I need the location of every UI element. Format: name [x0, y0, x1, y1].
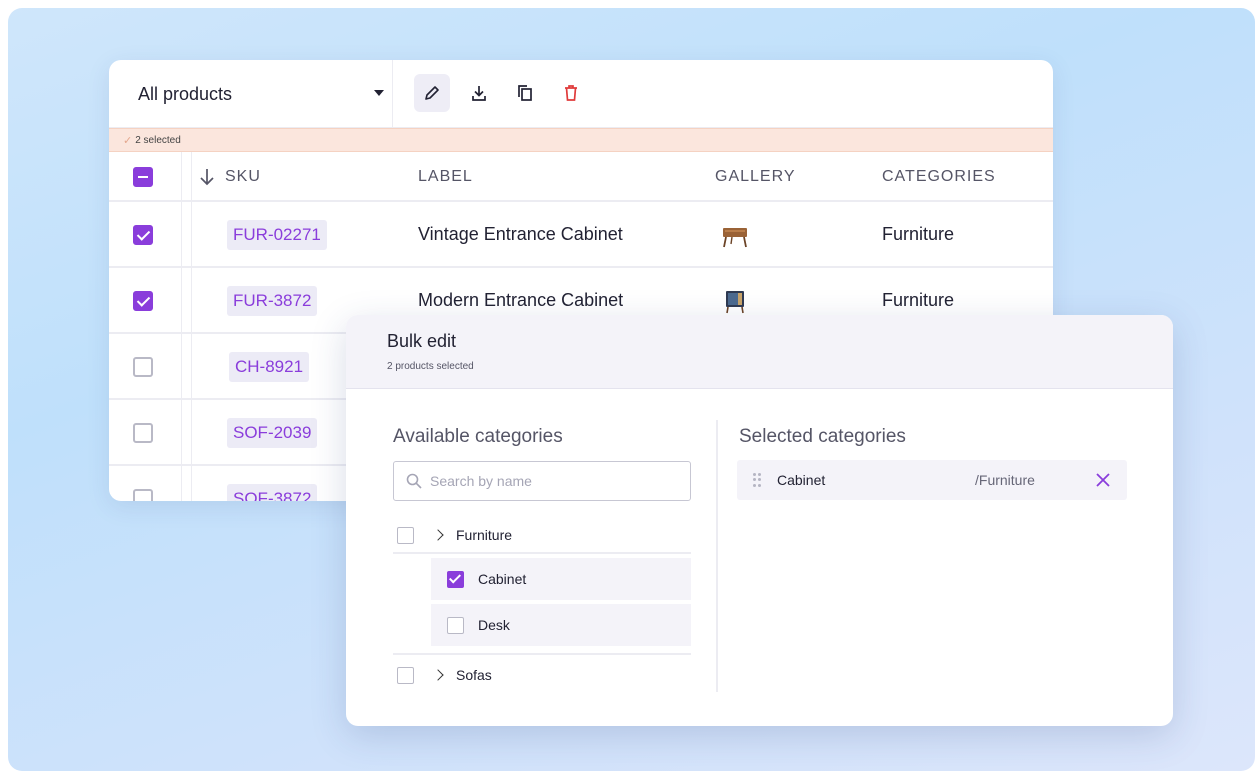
row-checkbox[interactable] — [133, 357, 153, 377]
download-icon — [472, 86, 486, 101]
row-checkbox[interactable] — [133, 225, 153, 245]
download-button[interactable] — [461, 74, 497, 112]
select-all-checkbox[interactable] — [133, 167, 153, 187]
row-checkbox[interactable] — [133, 489, 153, 501]
chevron-right-icon[interactable] — [432, 669, 444, 681]
tree-item-label: Cabinet — [478, 571, 527, 587]
bulk-edit-title: Bulk edit — [387, 331, 457, 351]
view-select-label: All products — [138, 83, 233, 104]
table-row[interactable]: FUR-02271 Vintage Entrance Cabinet Furni… — [109, 202, 1053, 268]
delete-button[interactable] — [553, 74, 589, 112]
selected-categories-title: Selected categories — [739, 426, 906, 447]
sku-chip[interactable]: CH-8921 — [229, 352, 310, 382]
edit-button[interactable] — [414, 74, 450, 112]
trash-icon — [565, 85, 577, 101]
column-header-sku[interactable]: SKU — [225, 168, 261, 186]
drag-handle-icon[interactable] — [753, 473, 761, 487]
caret-down-icon — [374, 90, 384, 96]
tree-item-furniture[interactable]: Furniture — [397, 514, 691, 556]
search-input[interactable] — [430, 473, 670, 489]
selection-count: 2 selected — [135, 134, 181, 146]
tree-item-label: Furniture — [456, 527, 513, 543]
sku-chip[interactable]: FUR-02271 — [227, 220, 327, 250]
row-checkbox[interactable] — [133, 423, 153, 443]
panel-divider — [716, 420, 718, 692]
tree-divider — [393, 552, 691, 554]
selected-category-name: Cabinet — [777, 472, 826, 488]
arrow-down-icon[interactable] — [199, 168, 215, 186]
toolbar-divider — [392, 60, 393, 128]
modern-cabinet-thumbnail — [726, 291, 744, 314]
tree-checkbox[interactable] — [447, 570, 464, 588]
tree-item-label: Sofas — [456, 667, 492, 683]
bulk-edit-header: Bulk edit 2 products selected — [346, 315, 1173, 389]
checkmark-icon: ✓ — [123, 134, 133, 147]
view-select[interactable]: All products — [138, 80, 384, 108]
vintage-cabinet-thumbnail — [723, 228, 747, 248]
tree-checkbox[interactable] — [397, 666, 414, 684]
column-header-gallery[interactable]: GALLERY — [715, 168, 796, 186]
chevron-right-icon[interactable] — [432, 529, 444, 541]
selection-banner: ✓ 2 selected — [109, 128, 1053, 152]
product-label: Vintage Entrance Cabinet — [418, 224, 623, 244]
product-label: Modern Entrance Cabinet — [418, 290, 624, 310]
column-header-label[interactable]: LABEL — [418, 168, 473, 186]
row-checkbox[interactable] — [133, 291, 153, 311]
bulk-edit-subtitle: 2 products selected — [387, 361, 474, 372]
category-search-field[interactable] — [393, 461, 691, 501]
sku-chip[interactable]: FUR-3872 — [227, 286, 318, 316]
copy-button[interactable] — [507, 74, 543, 112]
sku-chip[interactable]: SOF-3872 — [227, 484, 318, 501]
selected-category-path: /Furniture — [975, 472, 1035, 488]
selected-category-item[interactable]: Cabinet /Furniture — [737, 460, 1127, 500]
tree-checkbox[interactable] — [397, 526, 414, 544]
tree-item-sofas[interactable]: Sofas — [397, 654, 691, 696]
tree-item-label: Desk — [478, 617, 510, 633]
search-icon — [406, 473, 422, 489]
pencil-icon — [425, 86, 439, 100]
tree-item-desk[interactable]: Desk — [431, 604, 691, 646]
available-categories-title: Available categories — [393, 426, 563, 447]
tree-item-cabinet[interactable]: Cabinet — [431, 558, 691, 600]
close-icon[interactable] — [1095, 472, 1111, 488]
tree-checkbox[interactable] — [447, 616, 464, 634]
table-toolbar: All products — [109, 60, 1053, 128]
bulk-edit-panel: Bulk edit 2 products selected Available … — [346, 315, 1173, 726]
product-category: Furniture — [882, 290, 955, 310]
copy-icon — [518, 85, 532, 101]
product-category: Furniture — [882, 224, 955, 244]
page-background: All products ✓ 2 selected SKU LABEL GALL… — [8, 8, 1255, 771]
column-header-categories[interactable]: CATEGORIES — [882, 168, 996, 186]
sku-chip[interactable]: SOF-2039 — [227, 418, 318, 448]
table-header: SKU LABEL GALLERY CATEGORIES — [109, 152, 1053, 202]
